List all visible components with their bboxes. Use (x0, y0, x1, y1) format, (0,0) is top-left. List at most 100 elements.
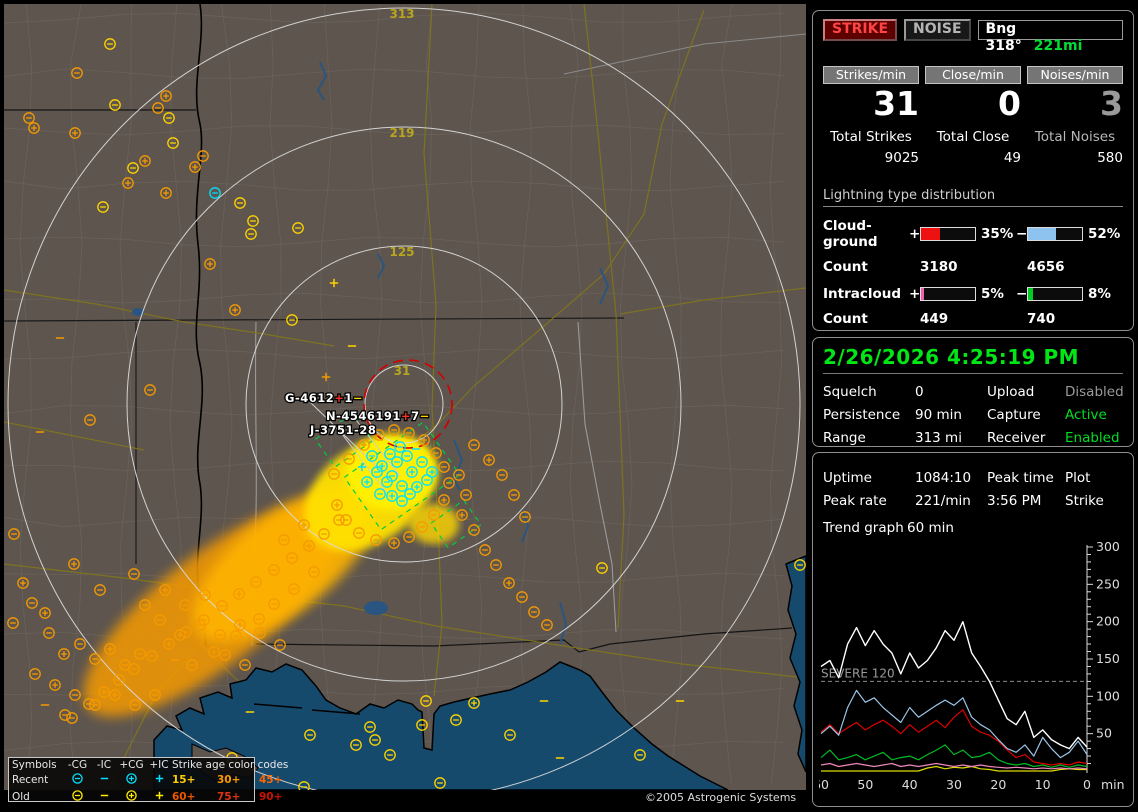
rate-value: 3 (1027, 86, 1123, 122)
total-value: 9025 (823, 150, 919, 166)
status-label: Persistence (823, 407, 915, 423)
trend-graph-value: 60 min (907, 520, 1123, 536)
x-tick-label: 10 (1035, 777, 1051, 792)
y-tick-label: 100 (1096, 688, 1120, 703)
stat-cell: Strike (1065, 493, 1123, 509)
plus-percent: 5% (976, 286, 1016, 302)
status-value: Disabled (1065, 384, 1124, 400)
legend-age-code: 75+ (217, 791, 259, 804)
strike-symbol (73, 774, 82, 783)
minus-percent-bar (1027, 227, 1083, 241)
legend-row-old: Old60+75+90+ (12, 789, 251, 806)
application-window: 31321912531 G-4612+1−N-4546191+7−J-3751-… (0, 0, 1138, 812)
x-tick-label: 20 (990, 777, 1006, 792)
trend-graph: SEVERE 120501001502002503006050403020100… (819, 537, 1127, 799)
rate-column-2: Noises/min3Total Noises580 (1027, 66, 1123, 166)
x-tick-label: 30 (946, 777, 962, 792)
legend-age-header: Strike age color codes (172, 759, 299, 772)
distribution-label: Cloud-ground (823, 218, 909, 250)
count-label: Count (823, 259, 920, 275)
status-label: Upload (987, 384, 1065, 400)
distribution-label: Intracloud (823, 286, 909, 302)
x-tick-label: 50 (857, 777, 873, 792)
status-value: 313 mi (915, 430, 987, 446)
range-ring-label: 31 (394, 364, 411, 378)
minus-sign: − (1016, 226, 1027, 242)
minus-percent-bar (1027, 287, 1083, 301)
stat-cell: 221/min (915, 493, 987, 509)
legend-symbol-cp (117, 772, 146, 789)
distribution-row: Cloud-ground+35%− 52% (823, 218, 1123, 250)
legend-col--ic: -IC (91, 759, 117, 772)
minus-count: 740 (1027, 311, 1123, 327)
strike-symbol (127, 791, 136, 800)
legend-symbol-p (146, 772, 172, 789)
copyright-text: ©2005 Astrogenic Systems (645, 791, 796, 804)
legend-row-label: Recent (12, 774, 64, 787)
x-tick-label: 40 (902, 777, 918, 792)
legend-age-code: 15+ (172, 774, 217, 787)
legend-symbol-cn (64, 772, 91, 789)
total-value: 49 (925, 150, 1021, 166)
strike-symbol (155, 775, 162, 782)
total-label: Total Noises (1027, 129, 1123, 145)
rate-header-chip: Close/min (925, 66, 1021, 84)
plus-count: 449 (920, 311, 1027, 327)
status-value: 0 (915, 384, 987, 400)
legend-col--cg: -CG (64, 759, 91, 772)
trend-graph-label: Trend graph (823, 520, 907, 536)
datetime-status-box: 2/26/2026 4:25:19 PM Squelch0UploadDisab… (812, 337, 1134, 447)
rate-value: 0 (925, 86, 1021, 122)
legend-symbols-header: Symbols (12, 759, 64, 772)
plus-sign: + (909, 286, 920, 302)
minus-percent: 8% (1083, 286, 1117, 302)
bearing-readout: Bng 318°221mi (978, 20, 1123, 40)
rate-value: 31 (823, 86, 919, 122)
status-value: Active (1065, 407, 1124, 423)
strike-symbol (127, 774, 136, 783)
range-ring-label: 313 (389, 7, 414, 21)
range-ring-label: 219 (389, 126, 414, 140)
stat-cell: Peak time (987, 470, 1065, 486)
status-label: Capture (987, 407, 1065, 423)
rate-column-0: Strikes/min31Total Strikes9025 (823, 66, 919, 166)
bearing-range: 221mi (1034, 38, 1083, 54)
legend-age-code: 60+ (172, 791, 217, 804)
strike-button[interactable]: STRIKE (823, 19, 897, 41)
status-value: 90 min (915, 407, 987, 423)
plus-percent: 35% (976, 226, 1016, 242)
y-tick-label: 300 (1096, 539, 1120, 554)
trend-box: Uptime1084:10Peak timePlotPeak rate221/m… (812, 452, 1134, 807)
legend-symbol-m (91, 789, 117, 806)
severe-threshold-label: SEVERE 120 (821, 666, 895, 680)
lightning-map[interactable]: 31321912531 G-4612+1−N-4546191+7−J-3751-… (4, 4, 806, 790)
stat-cell: Plot (1065, 470, 1123, 486)
trend-series-cg-negative (821, 690, 1087, 757)
legend-age-code: 90+ (259, 791, 299, 804)
strike-stats-box: STRIKE NOISE Bng 318°221mi Strikes/min31… (812, 10, 1134, 331)
x-tick-label: 60 (819, 777, 829, 792)
status-value: Enabled (1065, 430, 1124, 446)
plus-sign: + (909, 226, 920, 242)
stat-cell: Uptime (823, 470, 915, 486)
status-panel: STRIKE NOISE Bng 318°221mi Strikes/min31… (810, 0, 1138, 812)
noise-button[interactable]: NOISE (904, 19, 970, 41)
x-tick-label: 0 (1083, 777, 1091, 792)
distribution-count-row: Count449740 (823, 311, 1123, 327)
total-label: Total Close (925, 129, 1021, 145)
status-label: Receiver (987, 430, 1065, 446)
distribution-row: Intracloud+5%−8% (823, 286, 1123, 302)
status-label: Squelch (823, 384, 915, 400)
minus-percent: 52% (1083, 226, 1117, 242)
symbol-legend: Symbols -CG -IC +CG +IC Strike age color… (8, 757, 255, 802)
total-value: 580 (1027, 150, 1123, 166)
legend-symbol-m (91, 772, 117, 789)
legend-symbol-cp (117, 789, 146, 806)
total-label: Total Strikes (823, 129, 919, 145)
legend-age-code: 45+ (259, 774, 299, 787)
strike-symbol (73, 791, 82, 800)
plus-percent-bar (920, 287, 976, 301)
legend-col-+ic: +IC (146, 759, 172, 772)
stat-cell: Peak rate (823, 493, 915, 509)
storm-cell-label: J-3751-28 (309, 423, 376, 437)
